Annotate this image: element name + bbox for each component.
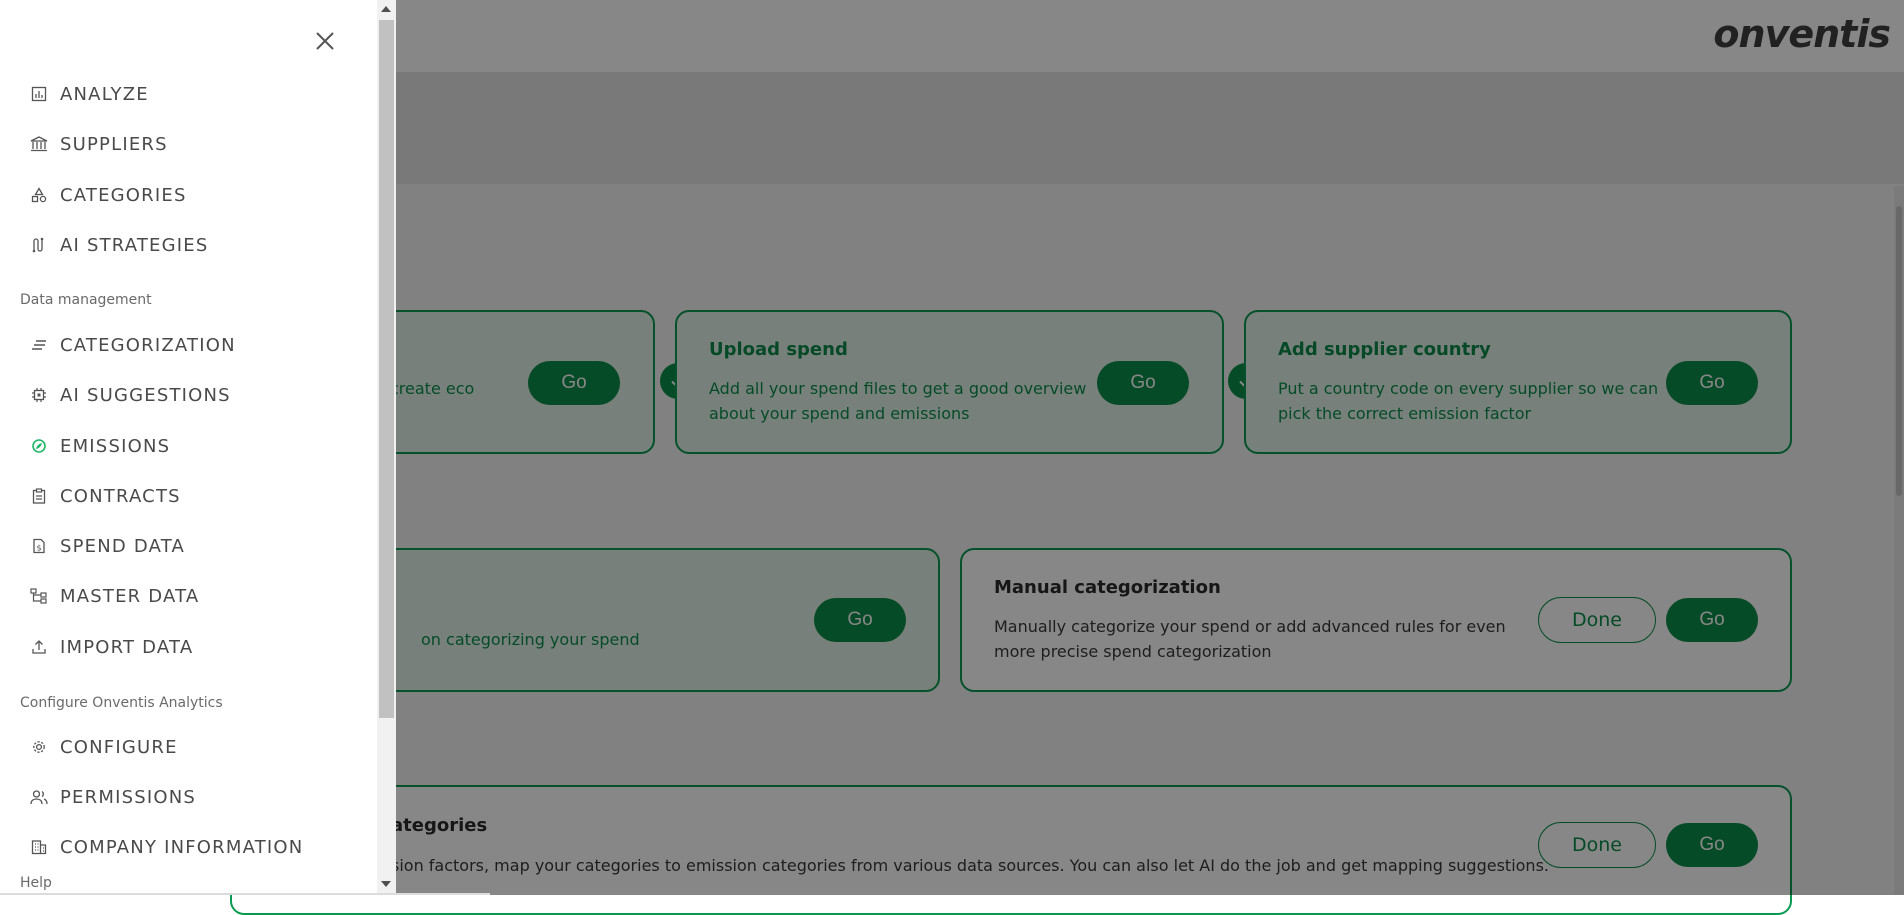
nav-item-categories[interactable]: CATEGORIES xyxy=(28,180,187,210)
nav-item-label: CATEGORIES xyxy=(60,184,187,206)
nav-item-suppliers[interactable]: SUPPLIERS xyxy=(28,129,168,159)
close-icon xyxy=(316,32,334,50)
upload-icon xyxy=(28,636,50,658)
section-data-management: Data management xyxy=(20,292,152,308)
nav-item-label: CONTRACTS xyxy=(60,485,181,507)
nav-item-label: EMISSIONS xyxy=(60,435,171,457)
drawer-scrollbar[interactable] xyxy=(377,0,396,895)
svg-text:$: $ xyxy=(36,544,41,553)
bar-chart-icon xyxy=(28,83,50,105)
building-icon xyxy=(28,836,50,858)
chip-icon xyxy=(28,384,50,406)
nav-item-categorization[interactable]: CATEGORIZATION xyxy=(28,330,236,360)
bank-icon xyxy=(28,133,50,155)
nav-item-label: IMPORT DATA xyxy=(60,636,194,658)
scroll-down-arrow-icon[interactable] xyxy=(381,881,391,887)
route-icon xyxy=(28,234,50,256)
nav-item-label: COMPANY INFORMATION xyxy=(60,836,304,858)
nav-item-label: ANALYZE xyxy=(60,83,149,105)
shapes-icon xyxy=(28,184,50,206)
nav-item-ai-strategies[interactable]: AI STRATEGIES xyxy=(28,230,208,260)
leaf-icon xyxy=(28,435,50,457)
drawer-scrollbar-thumb[interactable] xyxy=(379,20,394,718)
nav-item-configure[interactable]: CONFIGURE xyxy=(28,732,178,762)
section-help: Help xyxy=(20,875,52,891)
nav-item-label: CONFIGURE xyxy=(60,736,178,758)
clipboard-icon xyxy=(28,485,50,507)
nav-item-master-data[interactable]: MASTER DATA xyxy=(28,581,199,611)
dollar-file-icon: $ xyxy=(28,535,50,557)
nav-item-label: AI SUGGESTIONS xyxy=(60,384,231,406)
close-drawer-button[interactable] xyxy=(312,28,338,54)
nav-item-label: MASTER DATA xyxy=(60,585,200,607)
gear-icon xyxy=(28,736,50,758)
nav-item-spend-data[interactable]: $ SPEND DATA xyxy=(28,531,185,561)
nav-item-label: SPEND DATA xyxy=(60,535,186,557)
nav-item-ai-suggestions[interactable]: AI SUGGESTIONS xyxy=(28,380,231,410)
nav-item-analyze[interactable]: ANALYZE xyxy=(28,79,149,109)
nav-item-label: PERMISSIONS xyxy=(60,786,196,808)
section-configure: Configure Onventis Analytics xyxy=(20,695,223,711)
nav-item-emissions[interactable]: EMISSIONS xyxy=(28,431,170,461)
nav-item-contracts[interactable]: CONTRACTS xyxy=(28,481,181,511)
nav-item-label: CATEGORIZATION xyxy=(60,334,236,356)
hierarchy-icon xyxy=(28,585,50,607)
navigation-drawer: ANALYZE SUPPLIERS CATEGORIES AI STRATEGI… xyxy=(0,0,396,895)
nav-item-import-data[interactable]: IMPORT DATA xyxy=(28,632,193,662)
nav-item-company-information[interactable]: COMPANY INFORMATION xyxy=(28,832,303,862)
scroll-up-arrow-icon[interactable] xyxy=(381,6,391,12)
nav-item-permissions[interactable]: PERMISSIONS xyxy=(28,782,196,812)
nav-item-label: AI STRATEGIES xyxy=(60,234,209,256)
users-icon xyxy=(28,786,50,808)
nav-item-label: SUPPLIERS xyxy=(60,133,168,155)
lines-icon xyxy=(28,334,50,356)
